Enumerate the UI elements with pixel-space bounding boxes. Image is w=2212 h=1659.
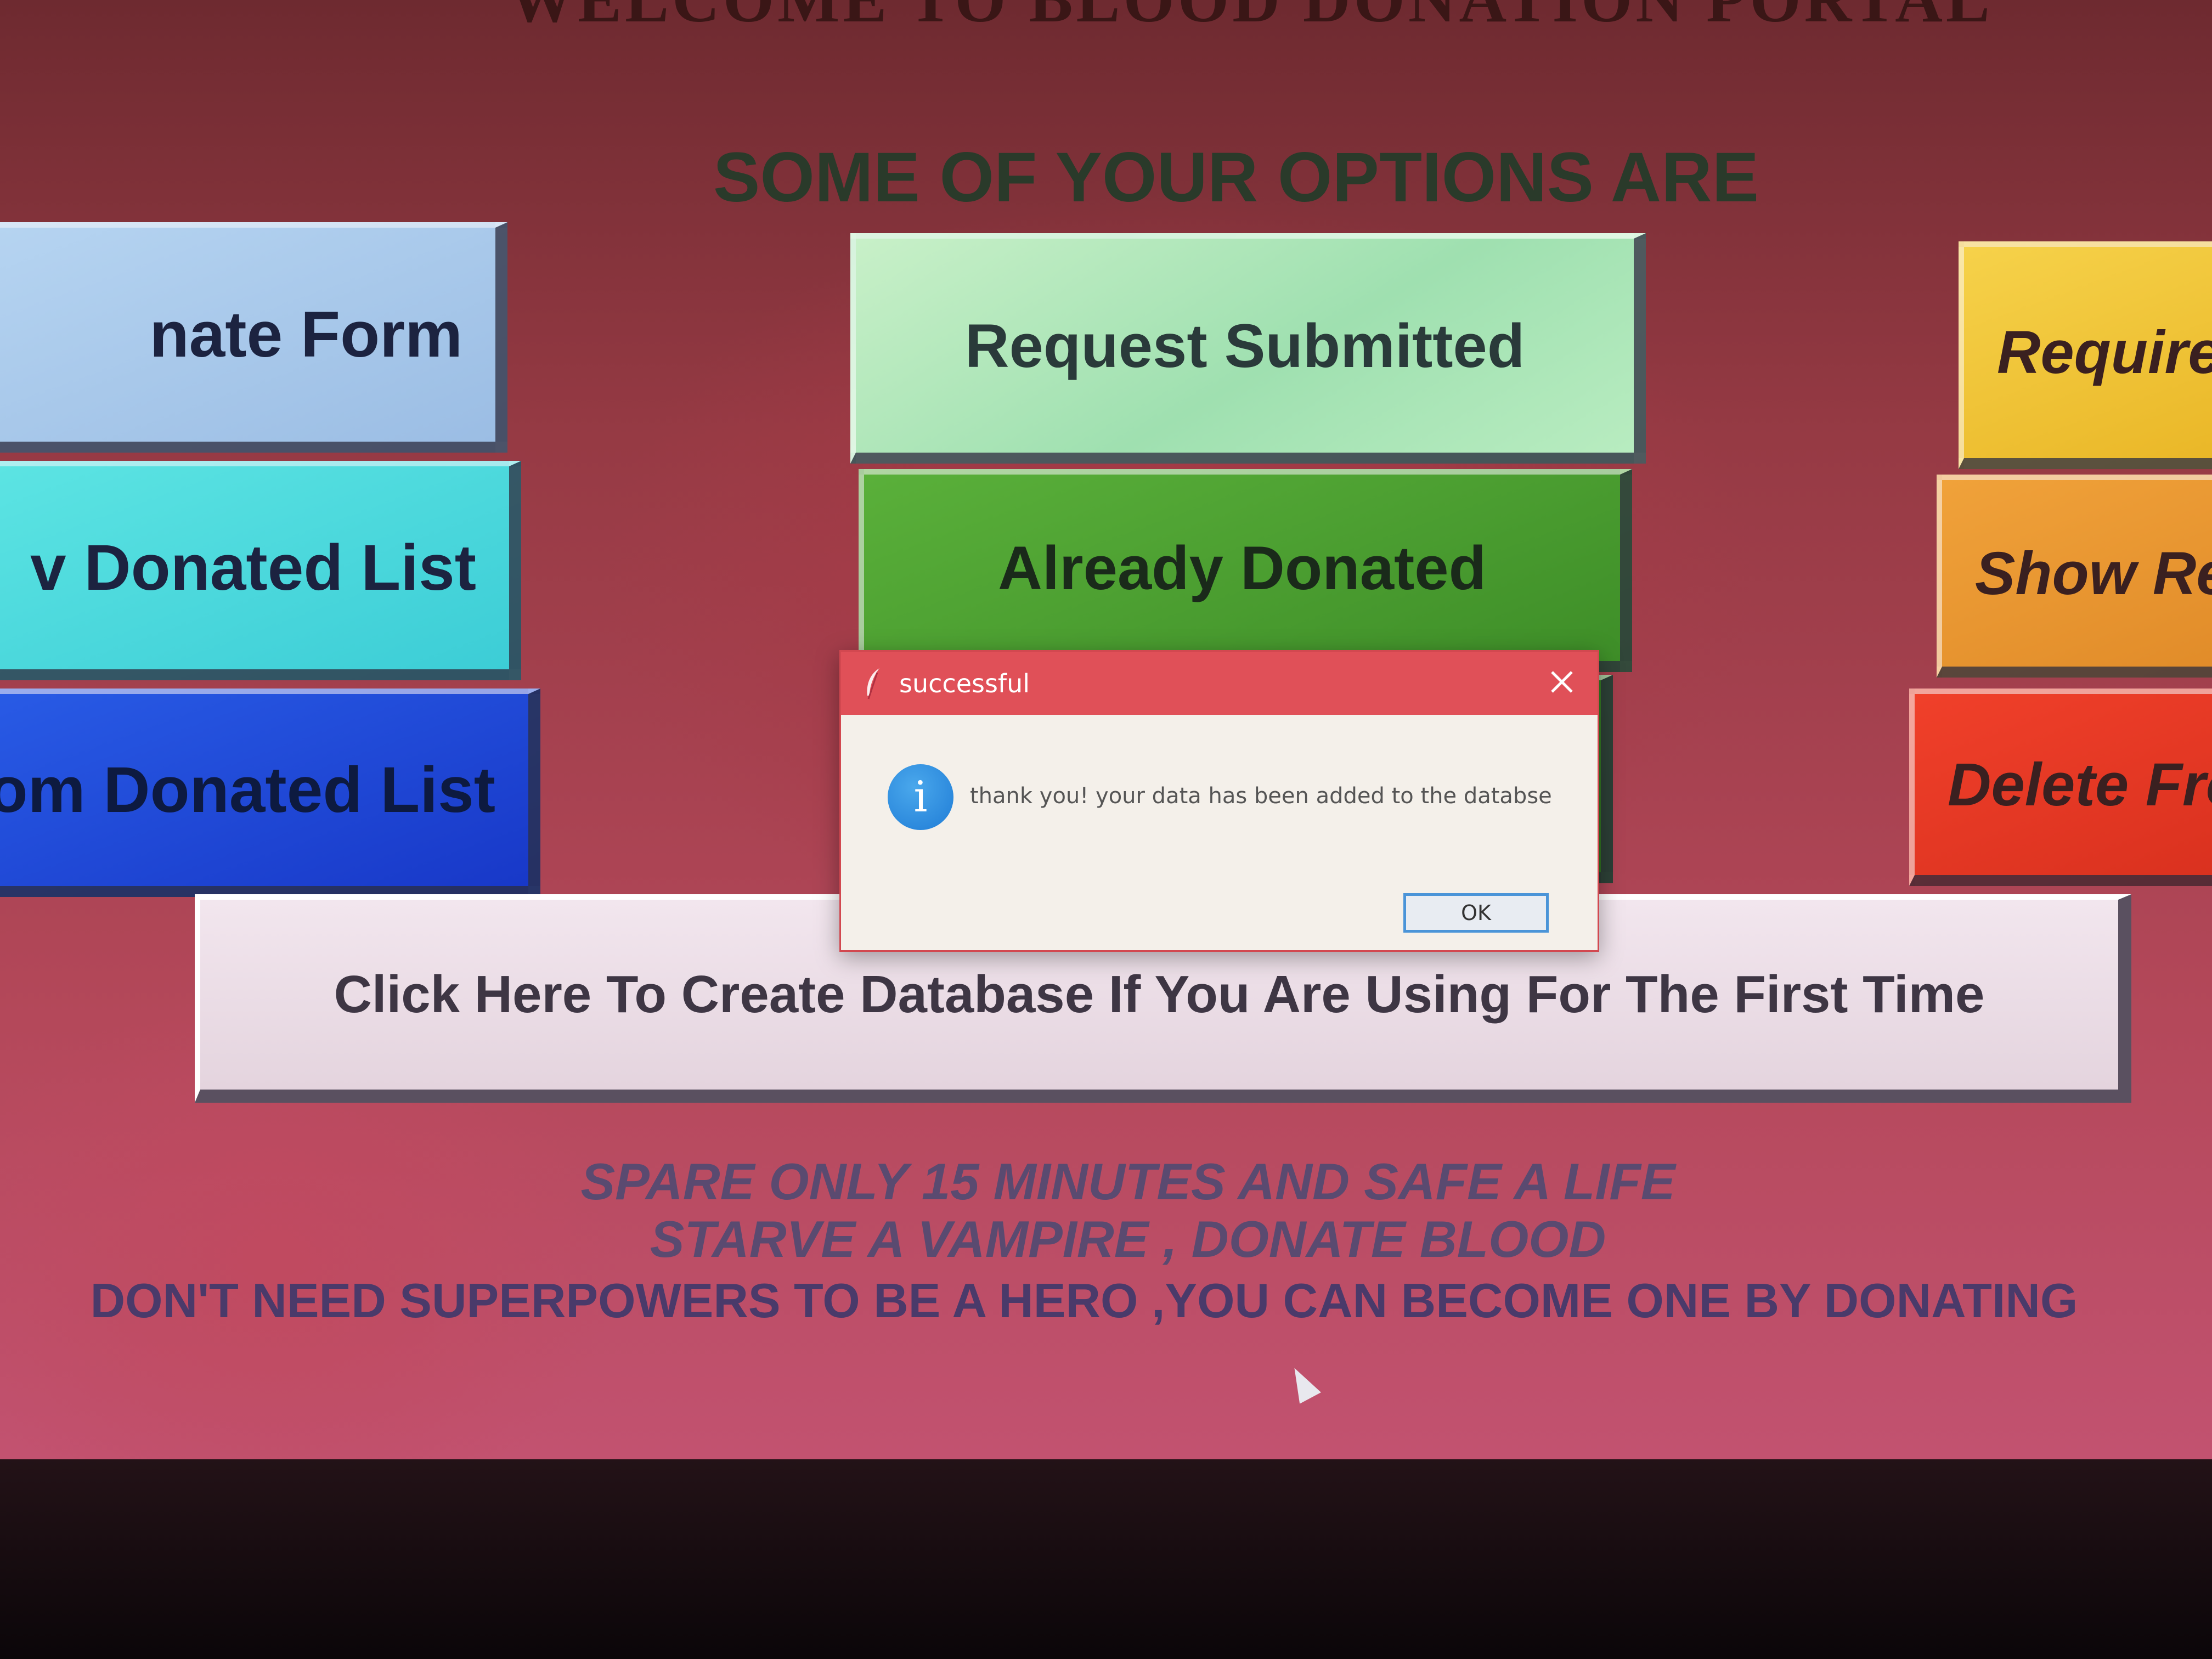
portal-title: WELCOME TO BLOOD DONATION PORTAL	[483, 0, 2019, 37]
app-window: WELCOME TO BLOOD DONATION PORTAL SOME OF…	[0, 0, 2212, 1459]
already-donated-button[interactable]: Already Donated	[859, 469, 1632, 672]
ok-button[interactable]: OK	[1403, 893, 1549, 933]
required-button-label: Required	[1997, 319, 2212, 386]
ok-button-label: OK	[1461, 901, 1491, 925]
show-requests-button-label: Show Re	[1975, 539, 2212, 607]
delete-from-requests-button[interactable]: Delete Fro	[1909, 689, 2212, 886]
delete-from-donated-list-button[interactable]: From Donated List	[0, 689, 540, 897]
delete-from-donated-list-button-label: From Donated List	[0, 754, 495, 826]
close-icon[interactable]	[1537, 657, 1587, 707]
dialog-title: successful	[899, 668, 1030, 698]
donate-form-button-label: nate Form	[149, 298, 462, 371]
required-button[interactable]: Required	[1959, 241, 2212, 469]
monitor-bezel	[0, 1459, 2212, 1659]
request-submitted-button[interactable]: Request Submitted	[850, 233, 1646, 464]
slogan-line-1: SPARE ONLY 15 MINUTES AND SAFE A LIFE	[580, 1153, 1675, 1210]
dialog-titlebar[interactable]: successful	[841, 652, 1598, 715]
slogan-line-2: STARVE A VAMPIRE , DONATE BLOOD	[650, 1210, 1606, 1268]
request-submitted-button-label: Request Submitted	[964, 311, 1525, 380]
create-database-button-label: Click Here To Create Database If You Are…	[334, 965, 1985, 1024]
options-heading: SOME OF YOUR OPTIONS ARE	[713, 138, 1759, 217]
already-donated-button-label: Already Donated	[998, 533, 1486, 602]
view-donated-list-button[interactable]: v Donated List	[0, 461, 521, 680]
slogan-line-3: DON'T NEED SUPERPOWERS TO BE A HERO ,YOU…	[90, 1273, 2078, 1328]
info-icon: i	[888, 764, 953, 830]
success-dialog: successful i thank you! your data has be…	[839, 650, 1599, 952]
mouse-cursor-icon	[1284, 1362, 1321, 1404]
show-requests-button[interactable]: Show Re	[1937, 475, 2212, 678]
dialog-message: thank you! your data has been added to t…	[970, 783, 1552, 809]
view-donated-list-button-label: v Donated List	[30, 532, 476, 604]
feather-icon	[863, 667, 883, 700]
delete-from-requests-button-label: Delete Fro	[1948, 751, 2212, 819]
donate-form-button[interactable]: nate Form	[0, 222, 507, 453]
